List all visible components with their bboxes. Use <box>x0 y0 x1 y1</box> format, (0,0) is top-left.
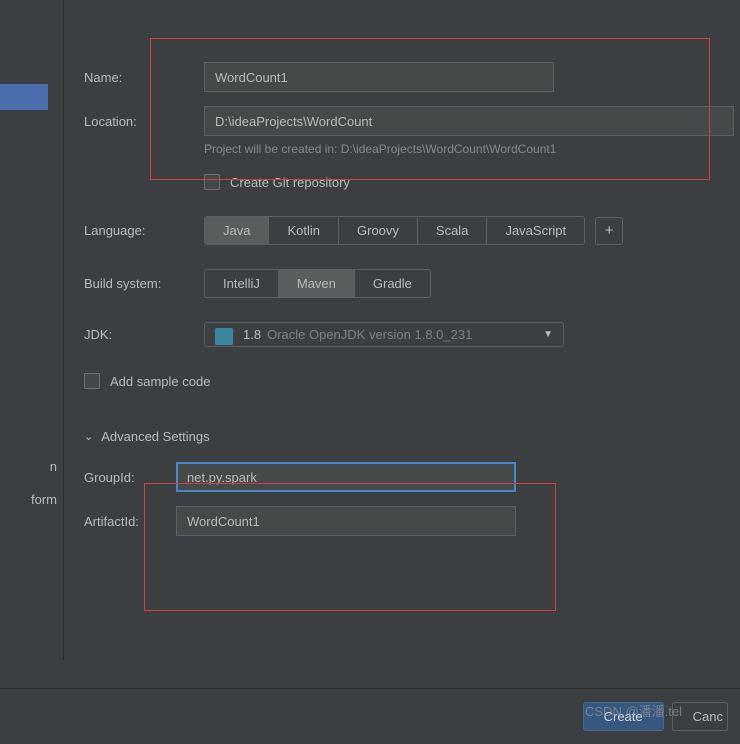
chevron-down-icon: ⌄ <box>84 430 93 443</box>
artifactid-label: ArtifactId: <box>84 514 176 529</box>
groupid-label: GroupId: <box>84 470 176 485</box>
language-option-groovy[interactable]: Groovy <box>338 217 417 244</box>
artifactid-input[interactable] <box>176 506 516 536</box>
build-system-selector: IntelliJ Maven Gradle <box>204 269 431 298</box>
language-option-java[interactable]: Java <box>205 217 268 244</box>
jdk-detail: Oracle OpenJDK version 1.8.0_231 <box>267 327 543 342</box>
sidebar-item-partial[interactable]: n <box>50 459 57 474</box>
add-language-button[interactable]: + <box>595 217 623 245</box>
sidebar-panel: n form <box>0 0 64 660</box>
jdk-dropdown[interactable]: 1.8 Oracle OpenJDK version 1.8.0_231 ▼ <box>204 322 564 347</box>
location-input[interactable] <box>204 106 734 136</box>
sidebar-selected-item[interactable] <box>0 84 48 110</box>
advanced-settings-label: Advanced Settings <box>101 429 209 444</box>
git-checkbox-label: Create Git repository <box>230 175 350 190</box>
cancel-button[interactable]: Canc <box>672 702 728 731</box>
jdk-label: JDK: <box>84 327 204 342</box>
footer-bar: Create Canc <box>0 688 740 744</box>
build-option-gradle[interactable]: Gradle <box>354 270 430 297</box>
location-hint: Project will be created in: D:\ideaProje… <box>204 142 740 156</box>
location-label: Location: <box>84 114 204 129</box>
main-form: Name: Location: Project will be created … <box>64 0 740 660</box>
language-option-kotlin[interactable]: Kotlin <box>268 217 338 244</box>
language-option-scala[interactable]: Scala <box>417 217 487 244</box>
sample-code-label: Add sample code <box>110 374 210 389</box>
jdk-version: 1.8 <box>243 327 261 342</box>
name-label: Name: <box>84 70 204 85</box>
build-system-label: Build system: <box>84 276 204 291</box>
groupid-input[interactable] <box>176 462 516 492</box>
language-option-javascript[interactable]: JavaScript <box>486 217 584 244</box>
sample-code-checkbox[interactable] <box>84 373 100 389</box>
advanced-settings-toggle[interactable]: ⌄ Advanced Settings <box>84 429 740 444</box>
language-selector: Java Kotlin Groovy Scala JavaScript <box>204 216 585 245</box>
create-button[interactable]: Create <box>583 702 664 731</box>
sidebar-item-partial[interactable]: form <box>31 492 57 507</box>
chevron-down-icon: ▼ <box>543 329 553 340</box>
build-option-intellij[interactable]: IntelliJ <box>205 270 278 297</box>
language-label: Language: <box>84 223 204 238</box>
folder-icon <box>215 328 233 342</box>
build-option-maven[interactable]: Maven <box>278 270 354 297</box>
git-checkbox[interactable] <box>204 174 220 190</box>
name-input[interactable] <box>204 62 554 92</box>
